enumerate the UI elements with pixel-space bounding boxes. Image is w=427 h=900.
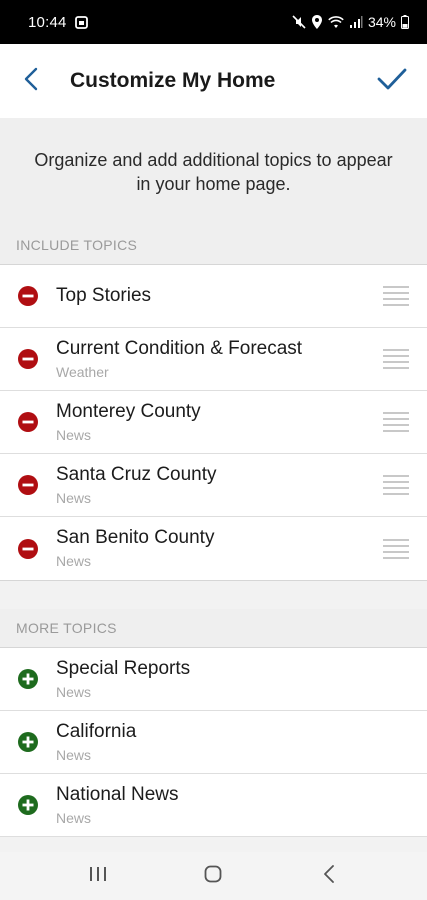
chevron-left-icon (24, 67, 38, 96)
include-topics-header: INCLUDE TOPICS (0, 226, 427, 264)
signal-icon (349, 15, 363, 29)
more-topics-list: Special Reports News California News Nat… (0, 647, 427, 837)
system-nav-bar (0, 852, 427, 900)
mute-icon (292, 15, 306, 29)
remove-icon[interactable] (0, 285, 56, 307)
add-icon[interactable] (0, 731, 56, 753)
remove-icon[interactable] (0, 538, 56, 560)
intro-text: Organize and add additional topics to ap… (0, 118, 427, 226)
recent-apps-icon (89, 866, 107, 887)
drag-handle-icon[interactable] (383, 349, 409, 369)
back-button[interactable] (0, 44, 62, 118)
topic-title: Top Stories (56, 285, 152, 306)
clock: 10:44 (28, 13, 67, 31)
back-nav-button[interactable] (299, 856, 359, 896)
topic-title: Santa Cruz County (56, 463, 217, 485)
drag-handle-icon[interactable] (383, 286, 409, 306)
topic-title: National News (56, 783, 179, 805)
topic-title: San Benito County (56, 527, 215, 548)
include-topics-list: Top Stories Current Condition & Forecast… (0, 264, 427, 581)
drag-handle-icon[interactable] (383, 475, 409, 495)
list-item[interactable]: National News News (0, 774, 427, 837)
add-icon[interactable] (0, 668, 56, 690)
remove-icon[interactable] (0, 474, 56, 496)
topic-category: News (56, 489, 92, 506)
home-button[interactable] (183, 856, 243, 896)
topic-title: Monterey County (56, 400, 201, 422)
topic-category: News (56, 746, 92, 763)
back-arrow-icon (323, 864, 335, 888)
checkmark-icon (377, 67, 407, 96)
app-bar: Customize My Home (0, 44, 427, 118)
battery-icon (401, 15, 409, 29)
gallery-notification-icon (74, 15, 88, 29)
topic-title: California (56, 720, 137, 742)
remove-icon[interactable] (0, 411, 56, 433)
topic-category: News (56, 809, 92, 826)
topic-title: Current Condition & Forecast (56, 337, 303, 359)
battery-percent: 34% (367, 14, 396, 30)
location-icon (311, 15, 323, 29)
remove-icon[interactable] (0, 348, 56, 370)
wifi-icon (328, 15, 344, 29)
topic-category: News (56, 683, 92, 700)
list-item[interactable]: Special Reports News (0, 648, 427, 711)
list-item[interactable]: Santa Cruz County News (0, 454, 427, 517)
list-item[interactable]: Current Condition & Forecast Weather (0, 328, 427, 391)
topic-category: Weather (56, 363, 109, 380)
status-bar: 10:44 34% (0, 0, 427, 44)
list-item[interactable]: California News (0, 711, 427, 774)
more-topics-header: MORE TOPICS (0, 609, 427, 647)
add-icon[interactable] (0, 794, 56, 816)
drag-handle-icon[interactable] (383, 538, 409, 559)
topic-category: News (56, 553, 92, 569)
topic-title: Special Reports (56, 657, 191, 679)
drag-handle-icon[interactable] (383, 412, 409, 432)
home-icon (204, 865, 222, 888)
topic-category: News (56, 426, 92, 443)
list-item[interactable]: Top Stories (0, 265, 427, 328)
list-item[interactable]: Monterey County News (0, 391, 427, 454)
list-item[interactable]: San Benito County News (0, 517, 427, 580)
done-button[interactable] (357, 44, 427, 118)
recent-apps-button[interactable] (68, 856, 128, 896)
page-title: Customize My Home (70, 69, 276, 92)
